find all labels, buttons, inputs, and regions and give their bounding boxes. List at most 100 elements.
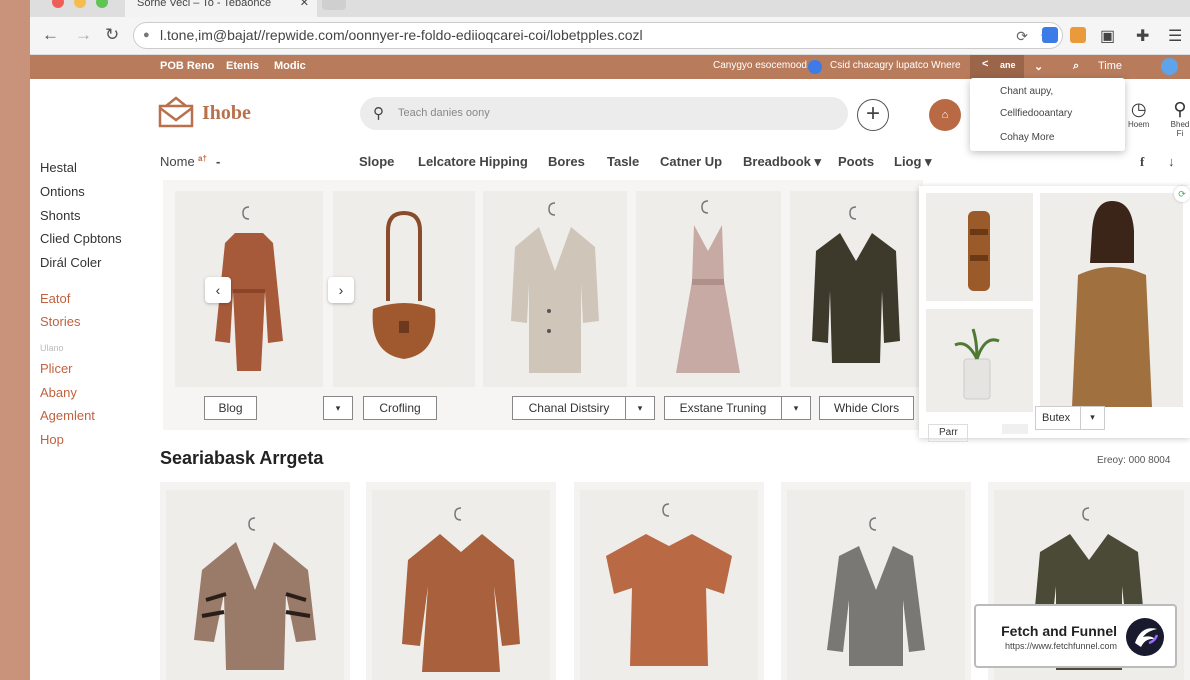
panel-footer-label[interactable]: Parr	[928, 424, 968, 442]
strip-text-1: Canygyo esocemood	[713, 60, 807, 71]
search-input[interactable]: ⚲ Teach danies oony	[360, 97, 848, 130]
chevron-icon[interactable]: ⌄	[1034, 60, 1043, 73]
maximize-window-icon[interactable]	[96, 0, 108, 8]
menu-icon[interactable]: ☰	[1168, 26, 1182, 46]
share-icon: <	[982, 58, 989, 70]
facebook-icon[interactable]: f	[1140, 154, 1144, 170]
add-button[interactable]: +	[857, 99, 889, 131]
extension-blue-icon[interactable]	[1042, 27, 1058, 43]
product-image[interactable]	[636, 191, 781, 387]
product-image	[166, 490, 344, 680]
product-image[interactable]	[333, 191, 475, 387]
dropdown-item[interactable]: Chant aupy,	[1000, 86, 1053, 97]
panel-button[interactable]: Butex ▾	[1035, 406, 1105, 430]
strip-link-3[interactable]: Modic	[274, 60, 306, 72]
sidebar-item[interactable]: Eatof	[40, 291, 70, 306]
product-card[interactable]	[781, 482, 971, 680]
badge-url: https://www.fetchfunnel.com	[1004, 641, 1117, 651]
refresh-icon[interactable]: ⟳	[1174, 186, 1190, 202]
share-label: ane	[1000, 60, 1016, 70]
shopping-bag-icon[interactable]: ▣	[1100, 26, 1115, 46]
menu-item[interactable]: Poots	[838, 154, 874, 169]
product-button[interactable]: Crofling	[363, 396, 437, 420]
strip-link-2[interactable]: Etenis	[226, 60, 259, 72]
puzzle-extensions-icon[interactable]: ✚	[1136, 26, 1149, 46]
model-image[interactable]	[1040, 193, 1183, 407]
plant-image[interactable]	[926, 309, 1033, 412]
menu-item[interactable]: Bores	[548, 154, 585, 169]
product-image[interactable]	[790, 191, 923, 387]
sidebar-item[interactable]: Ontions	[40, 184, 85, 199]
browser-window: Sorne Vecl – To - Tebaonce ✕ ← → ↻ ● l.t…	[30, 0, 1190, 680]
product-button[interactable]: Exstane Truning	[664, 396, 782, 420]
sidebar-item[interactable]: Dirál Coler	[40, 255, 101, 270]
product-card[interactable]	[366, 482, 556, 680]
search-glyph: ⚲	[1173, 99, 1187, 119]
product-dropdown[interactable]: ▾	[625, 396, 655, 420]
menu-item[interactable]: Catner Up	[660, 154, 722, 169]
share-box[interactable]: < ane	[970, 55, 1024, 79]
tab-title: Sorne Vecl – To - Tebaonce	[137, 0, 272, 9]
search-icon[interactable]: ⚲ Bhed Fi	[1170, 99, 1190, 138]
menu-home-badge: a†	[198, 154, 207, 163]
menu-item[interactable]: Lelcatore Hipping	[418, 154, 528, 169]
sidebar-item[interactable]: Hestal	[40, 160, 77, 175]
menu-item[interactable]: Liog ▾	[894, 154, 932, 170]
side-preview-panel: Butex ▾ Parr ⟳	[919, 186, 1190, 442]
product-dropdown[interactable]: ▾	[323, 396, 353, 420]
logo-text[interactable]: Ihobe	[202, 102, 251, 125]
time-label[interactable]: Time	[1098, 60, 1122, 72]
menu-item[interactable]: Breadbook ▾	[743, 154, 821, 170]
sidebar-item[interactable]: Shonts	[40, 208, 80, 223]
extension-orange-icon[interactable]	[1070, 27, 1086, 43]
address-bar[interactable]: ● l.tone,im@bajat//repwide.com/oonnyer-r…	[133, 22, 1063, 49]
vase-image[interactable]	[926, 193, 1033, 301]
menu-home-caret[interactable]: -	[216, 154, 220, 169]
sidebar-item[interactable]: Abany	[40, 385, 77, 400]
avatar[interactable]: ⌂	[929, 99, 961, 131]
sidebar-item[interactable]: Hop	[40, 432, 64, 447]
strip-link-1[interactable]: POB Reno	[160, 60, 214, 72]
browser-toolbar: ← → ↻ ● l.tone,im@bajat//repwide.com/oon…	[30, 17, 1190, 55]
menu-home[interactable]: Nome	[160, 154, 195, 169]
sidebar-item[interactable]: Agemlent	[40, 408, 95, 423]
product-button[interactable]: Chanal Distsiry	[512, 396, 626, 420]
profile-globe-icon[interactable]	[1161, 58, 1178, 75]
clock-icon[interactable]: ◷ Hoem	[1128, 99, 1149, 129]
panel-dropdown-icon[interactable]: ▾	[1080, 406, 1104, 430]
fetch-and-funnel-badge[interactable]: Fetch and Funnel https://www.fetchfunnel…	[974, 604, 1177, 668]
carousel-prev-button[interactable]: ‹	[205, 277, 231, 303]
logo-envelope-icon[interactable]	[158, 96, 194, 128]
site-info-icon[interactable]: ●	[143, 23, 150, 48]
featured-products: ‹ › Blog ▾ Crofling Chanal Distsiry ▾ Ex…	[163, 180, 952, 430]
product-card[interactable]	[160, 482, 350, 680]
search-icon: ⚲	[373, 105, 384, 122]
product-image[interactable]	[483, 191, 627, 387]
fetch-funnel-logo-icon	[1126, 618, 1164, 656]
close-window-icon[interactable]	[52, 0, 64, 8]
download-icon[interactable]: ↓	[1168, 154, 1175, 169]
back-icon[interactable]: ←	[42, 25, 59, 45]
product-button[interactable]: Blog	[204, 396, 257, 420]
reload-icon[interactable]: ↻	[105, 25, 119, 45]
menu-item[interactable]: Tasle	[607, 154, 639, 169]
product-image	[372, 490, 550, 680]
product-button[interactable]: Whide Clors	[819, 396, 914, 420]
carousel-next-button[interactable]: ›	[328, 277, 354, 303]
dropdown-item[interactable]: Cohay More	[1000, 132, 1054, 143]
product-card[interactable]	[574, 482, 764, 680]
minimize-window-icon[interactable]	[74, 0, 86, 8]
install-icon[interactable]: ⟳	[1016, 24, 1028, 48]
tab-close-icon[interactable]: ✕	[300, 0, 309, 10]
browser-tab[interactable]: Sorne Vecl – To - Tebaonce ✕	[125, 0, 317, 17]
sidebar-item[interactable]: Clied Cpbtons	[40, 231, 122, 246]
new-tab-button[interactable]	[322, 0, 346, 10]
sidebar-item[interactable]: Plicer	[40, 361, 73, 376]
notification-icon[interactable]: ⌕	[1073, 60, 1079, 73]
dropdown-item[interactable]: Cellfiedooantary	[1000, 108, 1072, 119]
sidebar-item[interactable]: Stories	[40, 314, 80, 329]
product-image[interactable]	[175, 191, 323, 387]
forward-icon[interactable]: →	[75, 25, 92, 45]
product-dropdown[interactable]: ▾	[781, 396, 811, 420]
menu-item[interactable]: Slope	[359, 154, 394, 169]
